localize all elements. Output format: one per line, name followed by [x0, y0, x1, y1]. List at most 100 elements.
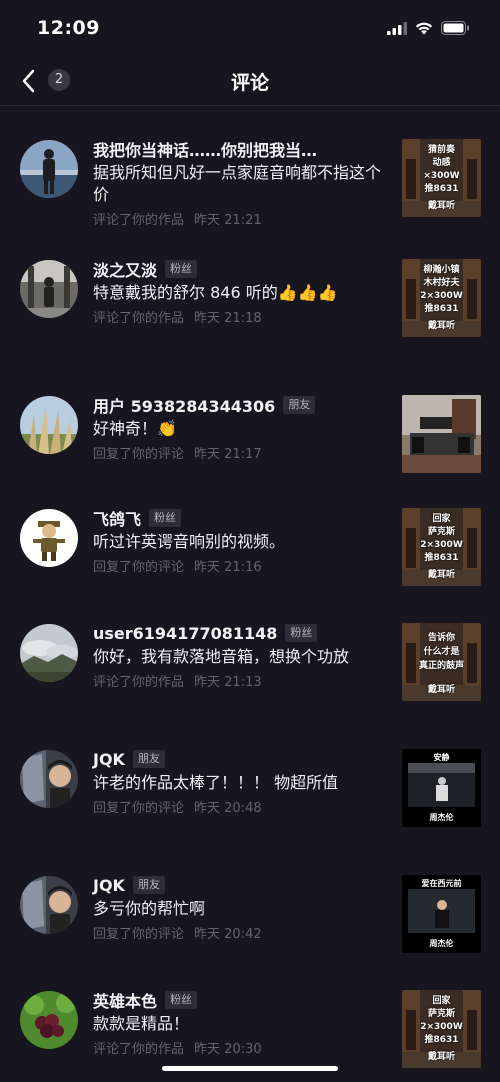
thumb-line: 萨克斯	[427, 1009, 455, 1019]
thumb-line: 戴耳听	[427, 685, 455, 695]
avatar[interactable]	[20, 140, 78, 198]
video-thumbnail[interactable]: 爱在西元前 周杰伦	[402, 875, 481, 953]
thumb-line: 柳瀚小镇	[423, 265, 460, 275]
comment-item[interactable]: 我把你当神话……你别把我当… 据我所知但凡好一点家庭音响都不指这个价 评论了你的…	[0, 107, 500, 228]
thumb-line: 戴耳听	[427, 201, 455, 211]
thumb-line: 安静	[433, 753, 450, 762]
action-text: 回复了你的评论	[93, 447, 185, 462]
user-name[interactable]: 我把你当神话……你别把我当…	[93, 137, 317, 161]
relation-tag: 朋友	[132, 750, 165, 768]
battery-icon	[441, 21, 469, 35]
action-text: 回复了你的评论	[93, 927, 185, 942]
comment-item[interactable]: 飞鸽飞 粉丝 听过许英谔音响别的视频。 回复了你的评论 昨天 21:16 回家 萨克…	[0, 476, 500, 591]
user-name[interactable]: 淡之又淡	[93, 257, 157, 281]
user-name[interactable]: JQK	[93, 750, 125, 769]
status-icons	[387, 21, 470, 35]
thumb-line: 周杰伦	[429, 939, 454, 948]
home-indicator[interactable]	[162, 1066, 338, 1071]
comment-item[interactable]: user6194177081148 粉丝 你好，我有款落地音箱，想换个功放 评论了…	[0, 591, 500, 717]
comment-text: 听过许英谔音响别的视频。	[93, 532, 286, 551]
timestamp: 昨天 21:18	[194, 311, 262, 326]
comment-list: 我把你当神话……你别把我当… 据我所知但凡好一点家庭音响都不指这个价 评论了你的…	[0, 107, 500, 1078]
user-name[interactable]: 用户 5938284344306	[93, 393, 275, 417]
comment-text: 特意戴我的舒尔 846 听的👍👍👍	[93, 283, 338, 302]
user-name[interactable]: JQK	[93, 876, 125, 895]
thumb-line: 2×300W	[420, 291, 463, 301]
timestamp: 昨天 20:42	[194, 927, 262, 942]
comment-text: 你好，我有款落地音箱，想换个功放	[93, 647, 350, 666]
thumb-line: 推8631	[424, 184, 459, 194]
thumb-line: 爱在西元前	[421, 879, 462, 888]
timestamp: 昨天 21:17	[194, 447, 262, 462]
video-thumbnail[interactable]: 柳瀚小镇 木村好夫 2×300W 推8631 戴耳听	[402, 259, 481, 337]
timestamp: 昨天 21:13	[194, 675, 262, 690]
avatar[interactable]	[20, 750, 78, 808]
thumb-line: 周杰伦	[429, 813, 454, 822]
comment-item[interactable]: 淡之又淡 粉丝 特意戴我的舒尔 846 听的👍👍👍 评论了你的作品 昨天 21:18…	[0, 227, 500, 363]
thumb-line: 萨克斯	[427, 527, 455, 537]
relation-tag: 朋友	[132, 876, 165, 894]
video-thumbnail[interactable]: 安静 周杰伦	[402, 749, 481, 827]
action-text: 评论了你的作品	[93, 311, 185, 326]
video-thumbnail[interactable]: 回家 萨克斯 2×300W 推8631 戴耳听	[402, 990, 481, 1068]
comment-text: 据我所知但凡好一点家庭音响都不指这个价	[93, 163, 382, 204]
avatar[interactable]	[20, 396, 78, 454]
thumb-line: 告诉你	[427, 633, 455, 643]
avatar[interactable]	[20, 876, 78, 934]
action-text: 回复了你的评论	[93, 560, 185, 575]
relation-tag: 粉丝	[165, 260, 198, 278]
thumb-line: 木村好夫	[423, 278, 460, 288]
timestamp: 昨天 21:16	[194, 560, 262, 575]
wifi-icon	[415, 22, 433, 34]
thumb-line: 戴耳听	[427, 570, 455, 580]
thumb-line: 2×300W	[420, 1022, 463, 1032]
thumb-line: 戴耳听	[427, 1052, 455, 1062]
thumb-line: 推8631	[424, 553, 459, 563]
page-title: 评论	[230, 72, 269, 94]
thumb-line: 真正的鼓声	[418, 661, 464, 671]
avatar[interactable]	[20, 991, 78, 1049]
action-text: 回复了你的评论	[93, 801, 185, 816]
action-text: 评论了你的作品	[93, 675, 185, 690]
status-bar: 12:09	[0, 0, 500, 58]
relation-tag: 朋友	[283, 396, 316, 414]
thumb-line: ×300W	[423, 171, 460, 181]
user-name[interactable]: 飞鸽飞	[93, 506, 141, 530]
comment-item[interactable]: 英雄本色 粉丝 款款是精品！ 评论了你的作品 昨天 20:30 回家 萨克斯 2×3…	[0, 958, 500, 1078]
video-thumbnail[interactable]: 猜前奏 动感 ×300W 推8631 戴耳听	[402, 139, 481, 217]
comment-item[interactable]: JQK 朋友 多亏你的帮忙啊 回复了你的评论 昨天 20:42 爱在西元前 周杰伦	[0, 843, 500, 958]
thumb-line: 猜前奏	[427, 145, 455, 155]
thumb-line: 回家	[432, 514, 451, 524]
signal-icon	[387, 21, 407, 35]
comment-text: 许老的作品太棒了！！！ 物超所值	[93, 773, 339, 792]
comment-item[interactable]: 用户 5938284344306 朋友 好神奇！👏 回复了你的评论 昨天 21:17	[0, 363, 500, 476]
thumb-line: 动感	[432, 158, 451, 168]
comment-text: 款款是精品！	[93, 1014, 190, 1033]
video-thumbnail[interactable]: 告诉你 什么才是 真正的鼓声 戴耳听	[402, 623, 481, 701]
video-thumbnail[interactable]	[402, 395, 481, 473]
relation-tag: 粉丝	[165, 991, 198, 1009]
video-thumbnail[interactable]: 回家 萨克斯 2×300W 推8631 戴耳听	[402, 508, 481, 586]
action-text: 评论了你的作品	[93, 213, 185, 228]
timestamp: 昨天 21:21	[194, 213, 262, 228]
comment-text: 多亏你的帮忙啊	[93, 899, 206, 918]
relation-tag: 粉丝	[149, 509, 182, 527]
thumb-line: 回家	[432, 996, 451, 1006]
relation-tag: 粉丝	[285, 624, 318, 642]
thumb-line: 什么才是	[423, 647, 460, 657]
avatar[interactable]	[20, 624, 78, 682]
avatar[interactable]	[20, 260, 78, 318]
comment-text: 好神奇！👏	[93, 419, 177, 438]
thumb-line: 推8631	[424, 1035, 459, 1045]
thumb-line: 推8631	[424, 304, 459, 314]
user-name[interactable]: 英雄本色	[93, 988, 157, 1012]
comment-item[interactable]: JQK 朋友 许老的作品太棒了！！！ 物超所值 回复了你的评论 昨天 20:48 安…	[0, 717, 500, 843]
status-time: 12:09	[37, 17, 100, 39]
timestamp: 昨天 20:30	[194, 1042, 262, 1057]
avatar[interactable]	[20, 509, 78, 567]
action-text: 评论了你的作品	[93, 1042, 185, 1057]
user-name[interactable]: user6194177081148	[93, 624, 277, 643]
thumb-line: 戴耳听	[427, 321, 455, 331]
nav-bar: 2 评论	[0, 58, 500, 106]
thumb-line: 2×300W	[420, 540, 463, 550]
